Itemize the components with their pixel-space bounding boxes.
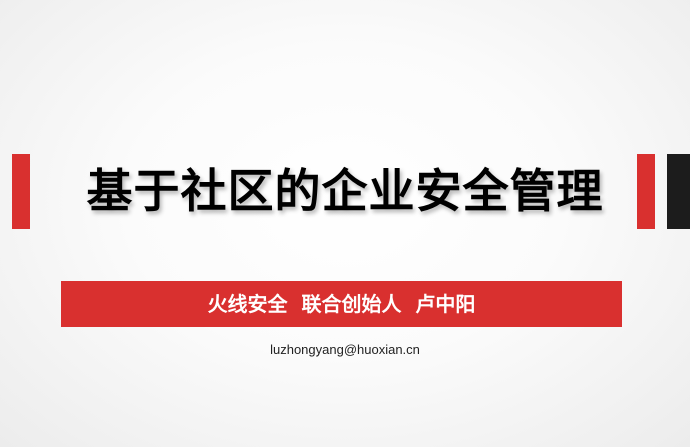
presenter-info: 火线安全 联合创始人 卢中阳 [207,292,476,316]
title-slide: 基于社区的企业安全管理 火线安全 联合创始人 卢中阳 luzhongyang@h… [0,0,690,447]
contact-email: luzhongyang@huoxian.cn [270,342,420,357]
slide-title: 基于社区的企业安全管理 [86,164,604,218]
